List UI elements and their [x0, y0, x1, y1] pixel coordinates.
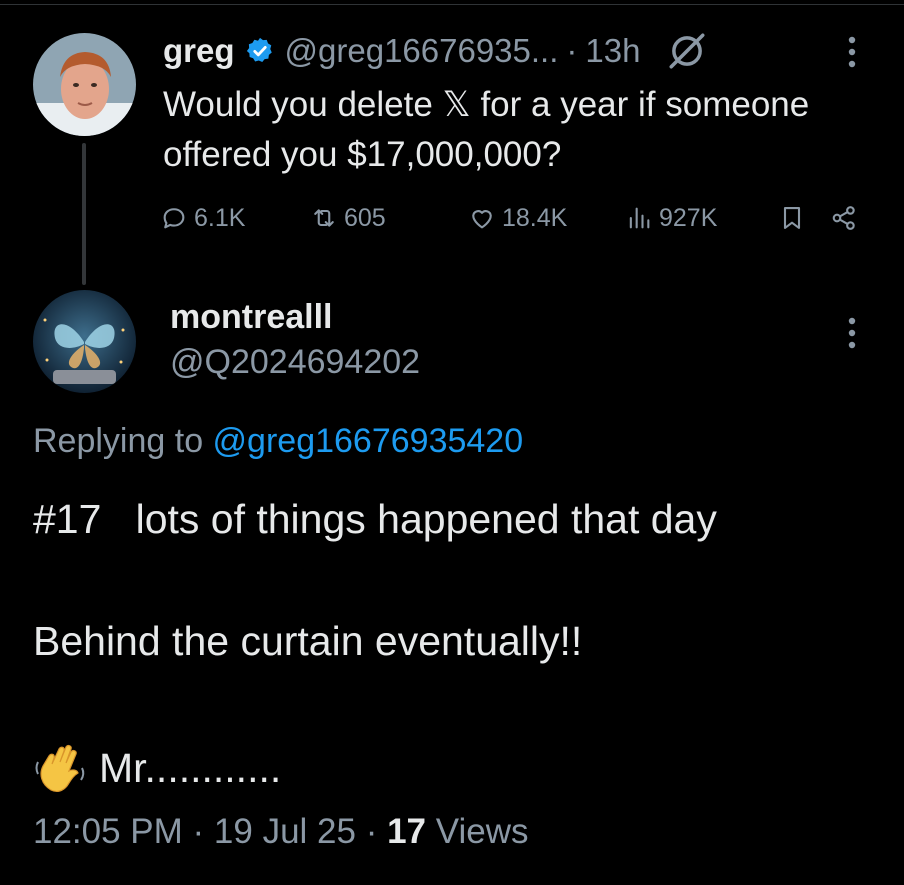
- reply-icon: [163, 208, 185, 229]
- repost-icon: [314, 209, 334, 227]
- reply-time[interactable]: 12:05 PM: [33, 812, 183, 851]
- verified-badge-icon: [246, 37, 272, 62]
- reply-views-label: Views: [426, 812, 529, 851]
- views-count: 927K: [659, 203, 718, 232]
- top-divider: [0, 4, 904, 5]
- parent-tweet-header: greg @greg16676935... · 13h: [163, 26, 708, 76]
- like-button[interactable]: 18.4K: [468, 196, 567, 240]
- views-icon: [629, 207, 650, 229]
- avatar-greg[interactable]: [33, 33, 136, 136]
- parent-author-name[interactable]: greg: [163, 32, 235, 70]
- repost-count: 605: [344, 203, 386, 232]
- like-count: 18.4K: [502, 203, 568, 232]
- parent-author-handle[interactable]: @greg16676935...: [285, 32, 559, 70]
- share-icon: [832, 206, 855, 230]
- replying-to-label: Replying to: [33, 422, 213, 460]
- reply-views-count[interactable]: 17: [387, 812, 426, 851]
- reply-button[interactable]: 6.1K: [160, 196, 245, 240]
- reply-signature: Mr............: [99, 744, 282, 791]
- repost-button[interactable]: 605: [310, 196, 386, 240]
- reply-text-line-3: Mr............: [33, 740, 281, 796]
- reply-count: 6.1K: [194, 203, 246, 232]
- meta-separator: ·: [182, 812, 214, 851]
- bookmark-button[interactable]: [778, 196, 812, 240]
- meta-separator: ·: [355, 812, 388, 851]
- parent-action-bar: 6.1K 605 18.4K 927K: [160, 196, 880, 240]
- parent-tweet-text: Would you delete 𝕏 for a year if someone…: [163, 85, 810, 174]
- waving-hand-icon: [35, 744, 85, 792]
- reply-date[interactable]: 19 Jul 25: [214, 812, 356, 851]
- reply-meta: 12:05 PM · 19 Jul 25 · 17 Views: [33, 812, 529, 852]
- separator-dot: ·: [566, 32, 578, 69]
- parent-timestamp[interactable]: 13h: [585, 32, 640, 70]
- views-button[interactable]: 927K: [625, 196, 717, 240]
- grok-icon[interactable]: [666, 30, 708, 72]
- replying-to-handle-link[interactable]: @greg16676935420: [213, 422, 524, 460]
- more-options-icon[interactable]: [838, 34, 866, 70]
- share-button[interactable]: [830, 196, 864, 240]
- reply-text-line-1: #17 lots of things happened that day: [33, 496, 717, 542]
- avatar-montrealll[interactable]: [33, 290, 136, 393]
- reply-text-line-2: Behind the curtain eventually!!: [33, 618, 583, 664]
- reply-author-name[interactable]: montrealll: [170, 298, 332, 337]
- more-options-icon[interactable]: [838, 315, 866, 351]
- reply-author-handle[interactable]: @Q2024694202: [170, 343, 420, 382]
- bookmark-icon: [783, 207, 801, 229]
- thread-line: [82, 143, 86, 285]
- replying-to-line: Replying to @greg16676935420: [33, 422, 523, 461]
- like-icon: [472, 210, 492, 229]
